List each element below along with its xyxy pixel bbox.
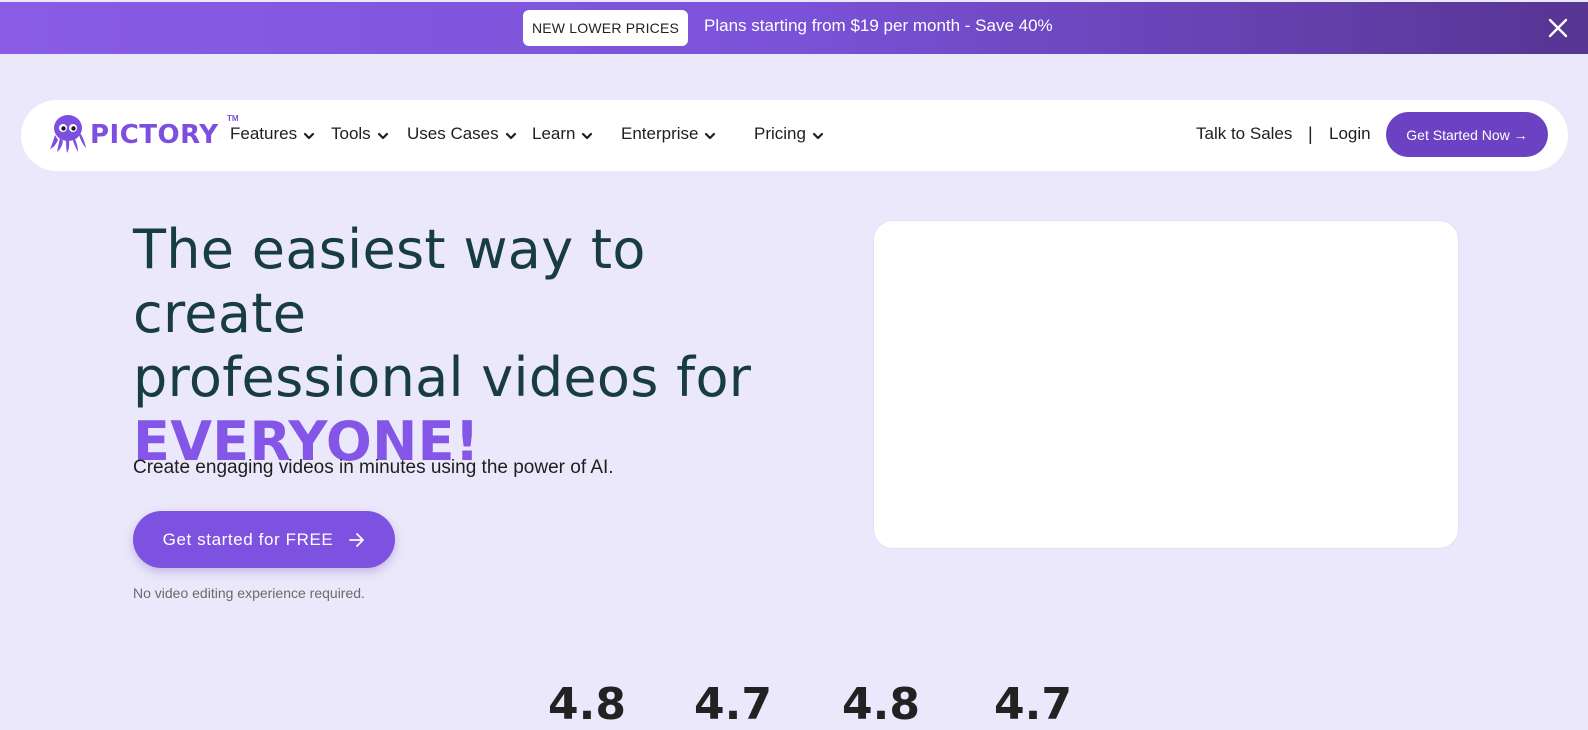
nav-item-label: Tools — [331, 124, 371, 143]
rating-value: 4.8 — [842, 679, 920, 730]
nav-item-use-cases[interactable]: Uses Cases — [407, 124, 517, 144]
close-icon[interactable] — [1546, 16, 1570, 40]
nav-item-label: Pricing — [754, 124, 806, 143]
chevron-down-icon — [505, 132, 516, 139]
rating-value: 4.7 — [994, 679, 1072, 730]
promo-badge[interactable]: NEW LOWER PRICES — [523, 10, 688, 46]
trademark-mark: TM — [227, 114, 239, 123]
get-started-now-button[interactable]: Get Started Now → — [1386, 112, 1548, 157]
headline-line-2: professional videos for — [133, 346, 752, 409]
promo-banner: NEW LOWER PRICES Plans starting from $19… — [0, 2, 1588, 54]
hero-video-frame[interactable] — [873, 220, 1459, 549]
nav-item-label: Features — [230, 124, 298, 143]
talk-to-sales-link[interactable]: Talk to Sales — [1196, 124, 1292, 144]
brand-logo[interactable]: PICTORY TM — [49, 113, 239, 158]
nav-item-label: Learn — [532, 124, 576, 143]
chevron-down-icon — [812, 132, 824, 139]
nav-item-features[interactable]: Features — [230, 124, 315, 144]
headline-line-1: The easiest way to create — [133, 218, 646, 345]
nav-item-label: Enterprise — [621, 124, 699, 143]
nav-item-learn[interactable]: Learn — [532, 124, 593, 144]
nav-item-label: Uses Cases — [407, 124, 499, 143]
arrow-right-icon — [349, 532, 365, 547]
rating-value: 4.8 — [548, 679, 626, 730]
nav-item-pricing[interactable]: Pricing — [754, 124, 824, 144]
chevron-down-icon — [303, 132, 315, 139]
nav-separator: | — [1308, 124, 1313, 144]
hero-headline: The easiest way to create professional v… — [133, 218, 833, 474]
login-link[interactable]: Login — [1329, 124, 1371, 144]
get-started-free-button[interactable]: Get started for FREE — [133, 511, 395, 568]
chevron-down-icon — [377, 132, 388, 139]
brand-name: PICTORY — [90, 120, 219, 150]
hero-subtitle: Create engaging videos in minutes using … — [133, 457, 614, 478]
hero-note: No video editing experience required. — [133, 585, 365, 601]
promo-message[interactable]: Plans starting from $19 per month - Save… — [704, 16, 1053, 36]
rating-value: 4.7 — [694, 679, 772, 730]
octopus-logo-icon — [49, 113, 87, 158]
nav-item-enterprise[interactable]: Enterprise — [621, 124, 716, 144]
nav-item-tools[interactable]: Tools — [331, 124, 389, 144]
chevron-down-icon — [582, 132, 593, 139]
cta-label: Get started for FREE — [162, 529, 334, 549]
main-nav: PICTORY TM Features Tools Uses Cases Lea… — [21, 100, 1568, 171]
chevron-down-icon — [705, 132, 716, 139]
